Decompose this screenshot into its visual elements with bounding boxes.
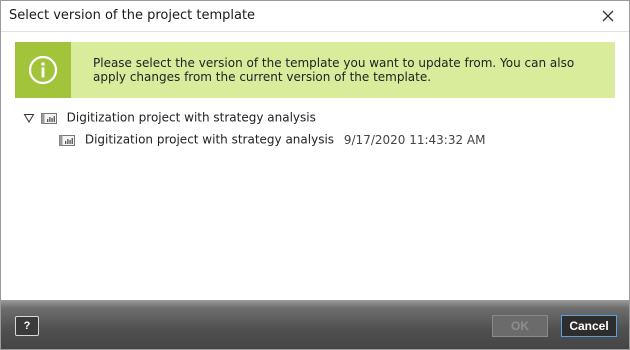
ok-button[interactable]: OK <box>492 315 548 337</box>
select-template-version-dialog: Select version of the project template P… <box>0 0 630 350</box>
info-banner: Please select the version of the templat… <box>15 42 615 98</box>
dialog-title: Select version of the project template <box>9 8 256 23</box>
title-bar: Select version of the project template <box>1 1 629 32</box>
dialog-footer: ? OK Cancel <box>1 300 629 349</box>
close-icon <box>602 10 614 22</box>
tree-root-label: Digitization project with strategy analy… <box>66 110 316 125</box>
project-template-icon <box>40 112 57 124</box>
tree-version-label: Digitization project with strategy analy… <box>84 132 335 147</box>
tree-root-node[interactable]: Digitization project with strategy analy… <box>23 109 603 131</box>
tree-version-node[interactable]: Digitization project with strategy analy… <box>23 131 603 153</box>
cancel-button[interactable]: Cancel <box>561 315 617 337</box>
close-button[interactable] <box>599 7 617 25</box>
help-button[interactable]: ? <box>15 316 39 336</box>
version-tree: Digitization project with strategy analy… <box>23 109 603 153</box>
expand-triangle-icon[interactable] <box>23 112 35 124</box>
info-icon <box>28 55 58 85</box>
tree-version-date: 9/17/2020 11:43:32 AM <box>343 132 486 147</box>
project-template-icon <box>59 134 75 146</box>
info-message: Please select the version of the templat… <box>93 56 575 84</box>
info-icon-box <box>15 42 71 98</box>
